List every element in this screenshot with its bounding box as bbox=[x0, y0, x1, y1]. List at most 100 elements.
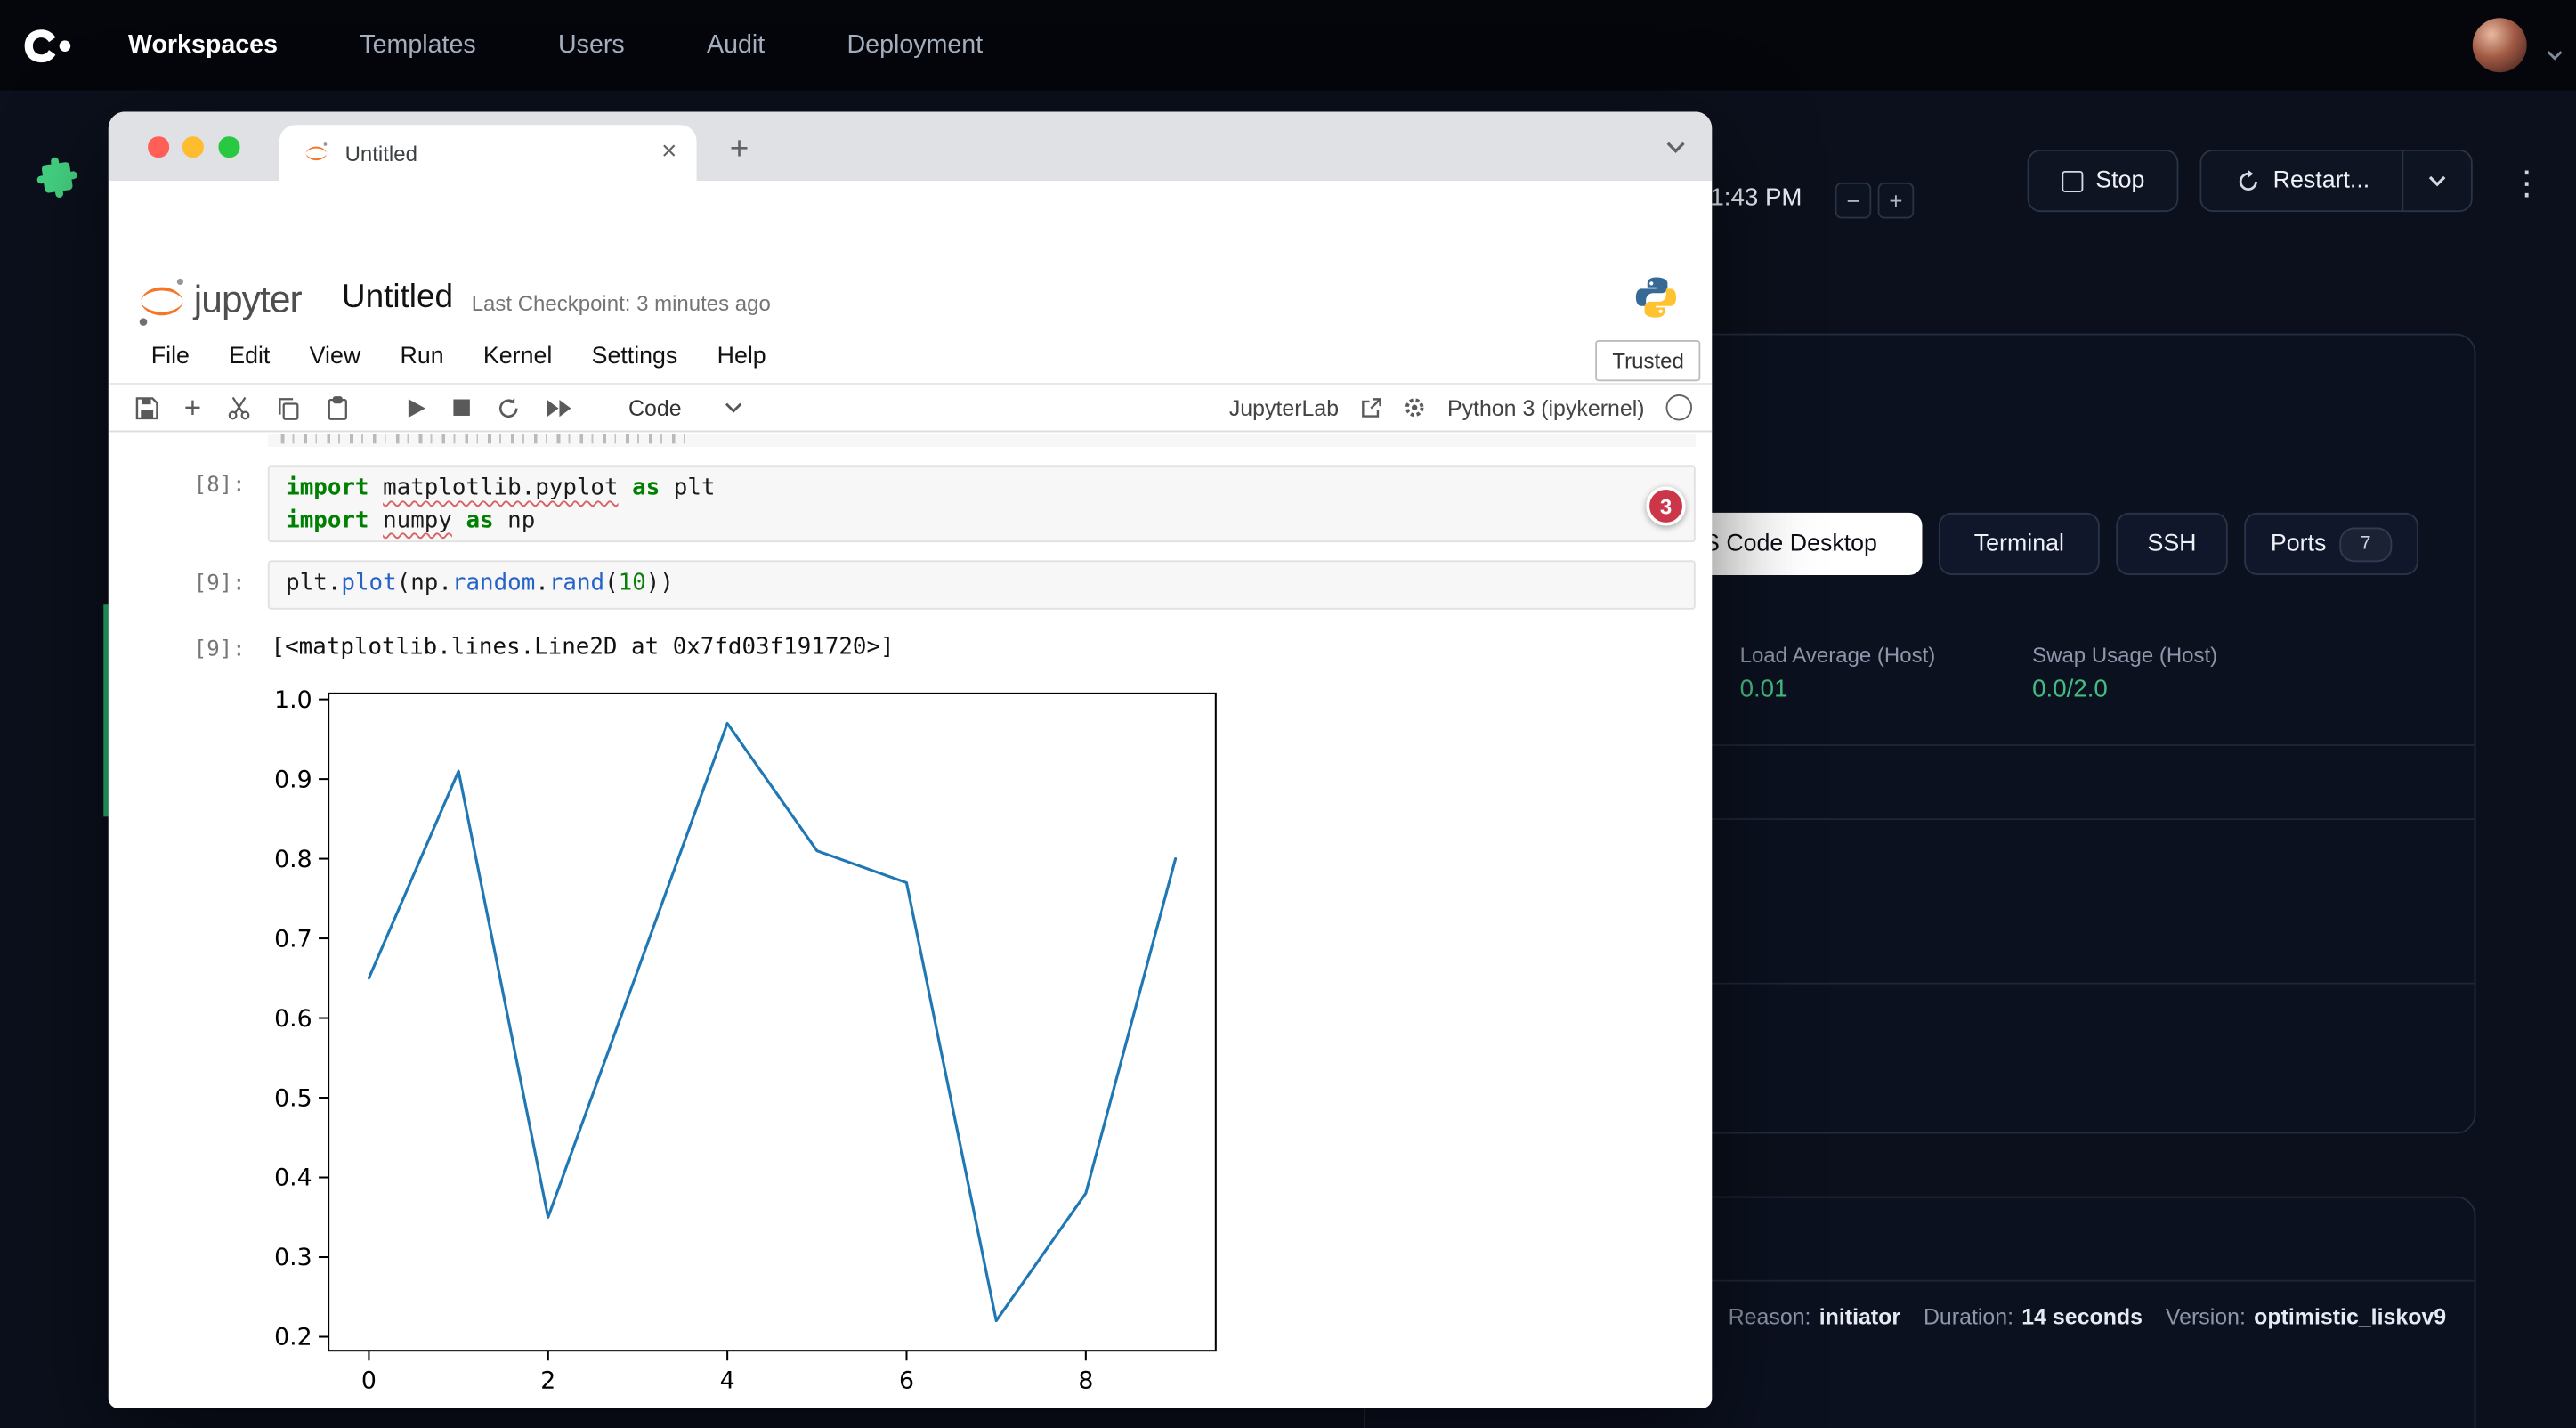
zoom-out-button[interactable]: − bbox=[1835, 183, 1872, 219]
svg-text:6: 6 bbox=[899, 1367, 914, 1395]
cell9-code-editor[interactable]: plt.plot(np.random.rand(10)) bbox=[268, 560, 1696, 609]
restart-run-all-icon[interactable] bbox=[545, 397, 572, 418]
svg-text:0.6: 0.6 bbox=[274, 1005, 312, 1033]
puzzle-icon[interactable] bbox=[29, 151, 85, 207]
build-info-row: Reason: initiator Duration: 14 seconds V… bbox=[1729, 1304, 2446, 1329]
zoom-in-button[interactable]: + bbox=[1878, 183, 1915, 219]
svg-text:0.7: 0.7 bbox=[274, 925, 312, 953]
cell8-code-editor[interactable]: import matplotlib.pyplot as pltimport nu… bbox=[268, 465, 1696, 542]
cell-type-select[interactable]: Code bbox=[628, 395, 742, 420]
jupyter-logo-icon bbox=[134, 274, 189, 329]
save-icon[interactable] bbox=[134, 395, 159, 420]
jupyter-favicon bbox=[303, 139, 330, 166]
svg-text:4: 4 bbox=[720, 1367, 735, 1395]
duration-label: Duration: bbox=[1924, 1304, 2013, 1329]
restart-kernel-icon[interactable] bbox=[496, 395, 521, 420]
menu-run[interactable]: Run bbox=[401, 344, 444, 370]
browser-window: Untitled × + ← → 5555--main--test--matif… bbox=[109, 112, 1712, 1408]
jupyter-menubar: File Edit View Run Kernel Settings Help … bbox=[109, 334, 1712, 385]
chevron-down-icon[interactable] bbox=[2547, 39, 2563, 69]
menu-items: File Edit View Run Kernel Settings Help bbox=[151, 344, 1712, 370]
jupyter-page: jupyter Untitled Last Checkpoint: 3 minu… bbox=[109, 260, 1712, 1408]
matplotlib-figure: 0.20.30.40.50.60.70.80.91.002468 bbox=[189, 682, 1240, 1408]
jupyter-toolbar: + bbox=[109, 385, 1712, 433]
workspace-menu-kebab[interactable]: ⋮ bbox=[2510, 163, 2543, 204]
menu-kernel[interactable]: Kernel bbox=[483, 344, 552, 370]
nav-item-deployment[interactable]: Deployment bbox=[847, 30, 984, 60]
tab-close-icon[interactable]: × bbox=[661, 140, 676, 166]
notebook-title[interactable]: Untitled bbox=[342, 280, 453, 317]
svg-text:0.8: 0.8 bbox=[274, 846, 312, 873]
chevron-down-icon bbox=[2428, 174, 2446, 188]
ports-count-badge: 7 bbox=[2339, 527, 2392, 562]
load-average-value: 0.01 bbox=[1740, 676, 1788, 703]
ports-button[interactable]: Ports 7 bbox=[2244, 513, 2418, 575]
ports-label: Ports bbox=[2271, 531, 2326, 557]
coder-logo-icon[interactable] bbox=[13, 23, 79, 69]
svg-text:1.0: 1.0 bbox=[274, 686, 312, 714]
duration-value: 14 seconds bbox=[2021, 1304, 2143, 1329]
jupyterlab-link[interactable]: JupyterLab bbox=[1229, 395, 1339, 420]
reason-label: Reason: bbox=[1729, 1304, 1811, 1329]
reason-value: initiator bbox=[1819, 1304, 1900, 1329]
menu-file[interactable]: File bbox=[151, 344, 190, 370]
stop-label: Stop bbox=[2095, 167, 2144, 194]
run-cell-icon[interactable] bbox=[405, 397, 426, 418]
clipped-text-marks bbox=[281, 434, 692, 443]
clock-text: 1:43 PM bbox=[1710, 184, 1802, 212]
restart-button[interactable]: Restart... bbox=[2199, 150, 2403, 212]
svg-text:0.5: 0.5 bbox=[274, 1084, 312, 1112]
cell9-prompt: [9]: bbox=[194, 572, 246, 596]
output9-prompt: [9]: bbox=[194, 637, 246, 662]
output9-text: [<matplotlib.lines.Line2D at 0x7fd03f191… bbox=[271, 634, 895, 661]
menu-settings[interactable]: Settings bbox=[592, 344, 678, 370]
browser-tab[interactable]: Untitled × bbox=[279, 125, 697, 181]
svg-text:0: 0 bbox=[361, 1367, 377, 1395]
ssh-label: SSH bbox=[2147, 531, 2196, 557]
terminal-button[interactable]: Terminal bbox=[1939, 513, 2100, 575]
add-cell-icon[interactable]: + bbox=[184, 390, 201, 425]
paste-cell-icon[interactable] bbox=[325, 395, 350, 420]
kernel-status-icon bbox=[1666, 394, 1693, 421]
interrupt-kernel-icon[interactable] bbox=[451, 398, 471, 418]
close-window-button[interactable] bbox=[148, 136, 168, 157]
screen: Workspaces Templates Users Audit Deploym… bbox=[0, 0, 2576, 1428]
cut-cell-icon[interactable] bbox=[226, 395, 251, 420]
svg-text:0.9: 0.9 bbox=[274, 766, 312, 793]
menu-view[interactable]: View bbox=[310, 344, 361, 370]
svg-text:0.2: 0.2 bbox=[274, 1324, 312, 1351]
swap-usage-value: 0.0/2.0 bbox=[2032, 676, 2108, 703]
stop-button[interactable]: Stop bbox=[2028, 150, 2179, 212]
build-version: Version: optimistic_liskov9 bbox=[2166, 1304, 2446, 1329]
nav-item-workspaces[interactable]: Workspaces bbox=[128, 30, 278, 60]
nav-item-users[interactable]: Users bbox=[558, 30, 625, 60]
restart-options-button[interactable] bbox=[2402, 150, 2472, 212]
svg-text:8: 8 bbox=[1078, 1367, 1093, 1395]
terminal-label: Terminal bbox=[1974, 531, 2064, 557]
browser-toolbar: ← → 5555--main--test--matifali.atif.cdr.… bbox=[109, 181, 1712, 260]
external-link-icon[interactable] bbox=[1360, 397, 1381, 418]
menu-edit[interactable]: Edit bbox=[229, 344, 270, 370]
menu-help[interactable]: Help bbox=[717, 344, 766, 370]
user-avatar[interactable] bbox=[2473, 18, 2527, 72]
fullscreen-window-button[interactable] bbox=[218, 136, 239, 157]
nav-item-templates[interactable]: Templates bbox=[360, 30, 475, 60]
nav-item-audit[interactable]: Audit bbox=[707, 30, 765, 60]
svg-text:2: 2 bbox=[540, 1367, 555, 1395]
gear-icon[interactable] bbox=[1403, 396, 1426, 419]
copy-cell-icon[interactable] bbox=[275, 395, 300, 420]
cell8-notification-badge[interactable]: 3 bbox=[1646, 486, 1685, 525]
kernel-name[interactable]: Python 3 (ipykernel) bbox=[1447, 395, 1645, 420]
ssh-button[interactable]: SSH bbox=[2116, 513, 2228, 575]
new-tab-button[interactable]: + bbox=[719, 130, 758, 169]
active-accent-bar bbox=[103, 604, 108, 816]
build-duration: Duration: 14 seconds bbox=[1924, 1304, 2143, 1329]
python-logo-icon bbox=[1633, 274, 1680, 320]
minimize-window-button[interactable] bbox=[182, 136, 203, 157]
swap-usage-label: Swap Usage (Host) bbox=[2032, 643, 2217, 668]
tab-search-chevron-icon[interactable] bbox=[1666, 134, 1686, 163]
vscode-desktop-label: VS Code Desktop bbox=[1688, 531, 1877, 557]
trusted-button[interactable]: Trusted bbox=[1596, 340, 1700, 381]
nav-items: Workspaces Templates Users Audit Deploym… bbox=[128, 30, 983, 60]
svg-text:0.4: 0.4 bbox=[274, 1164, 312, 1192]
